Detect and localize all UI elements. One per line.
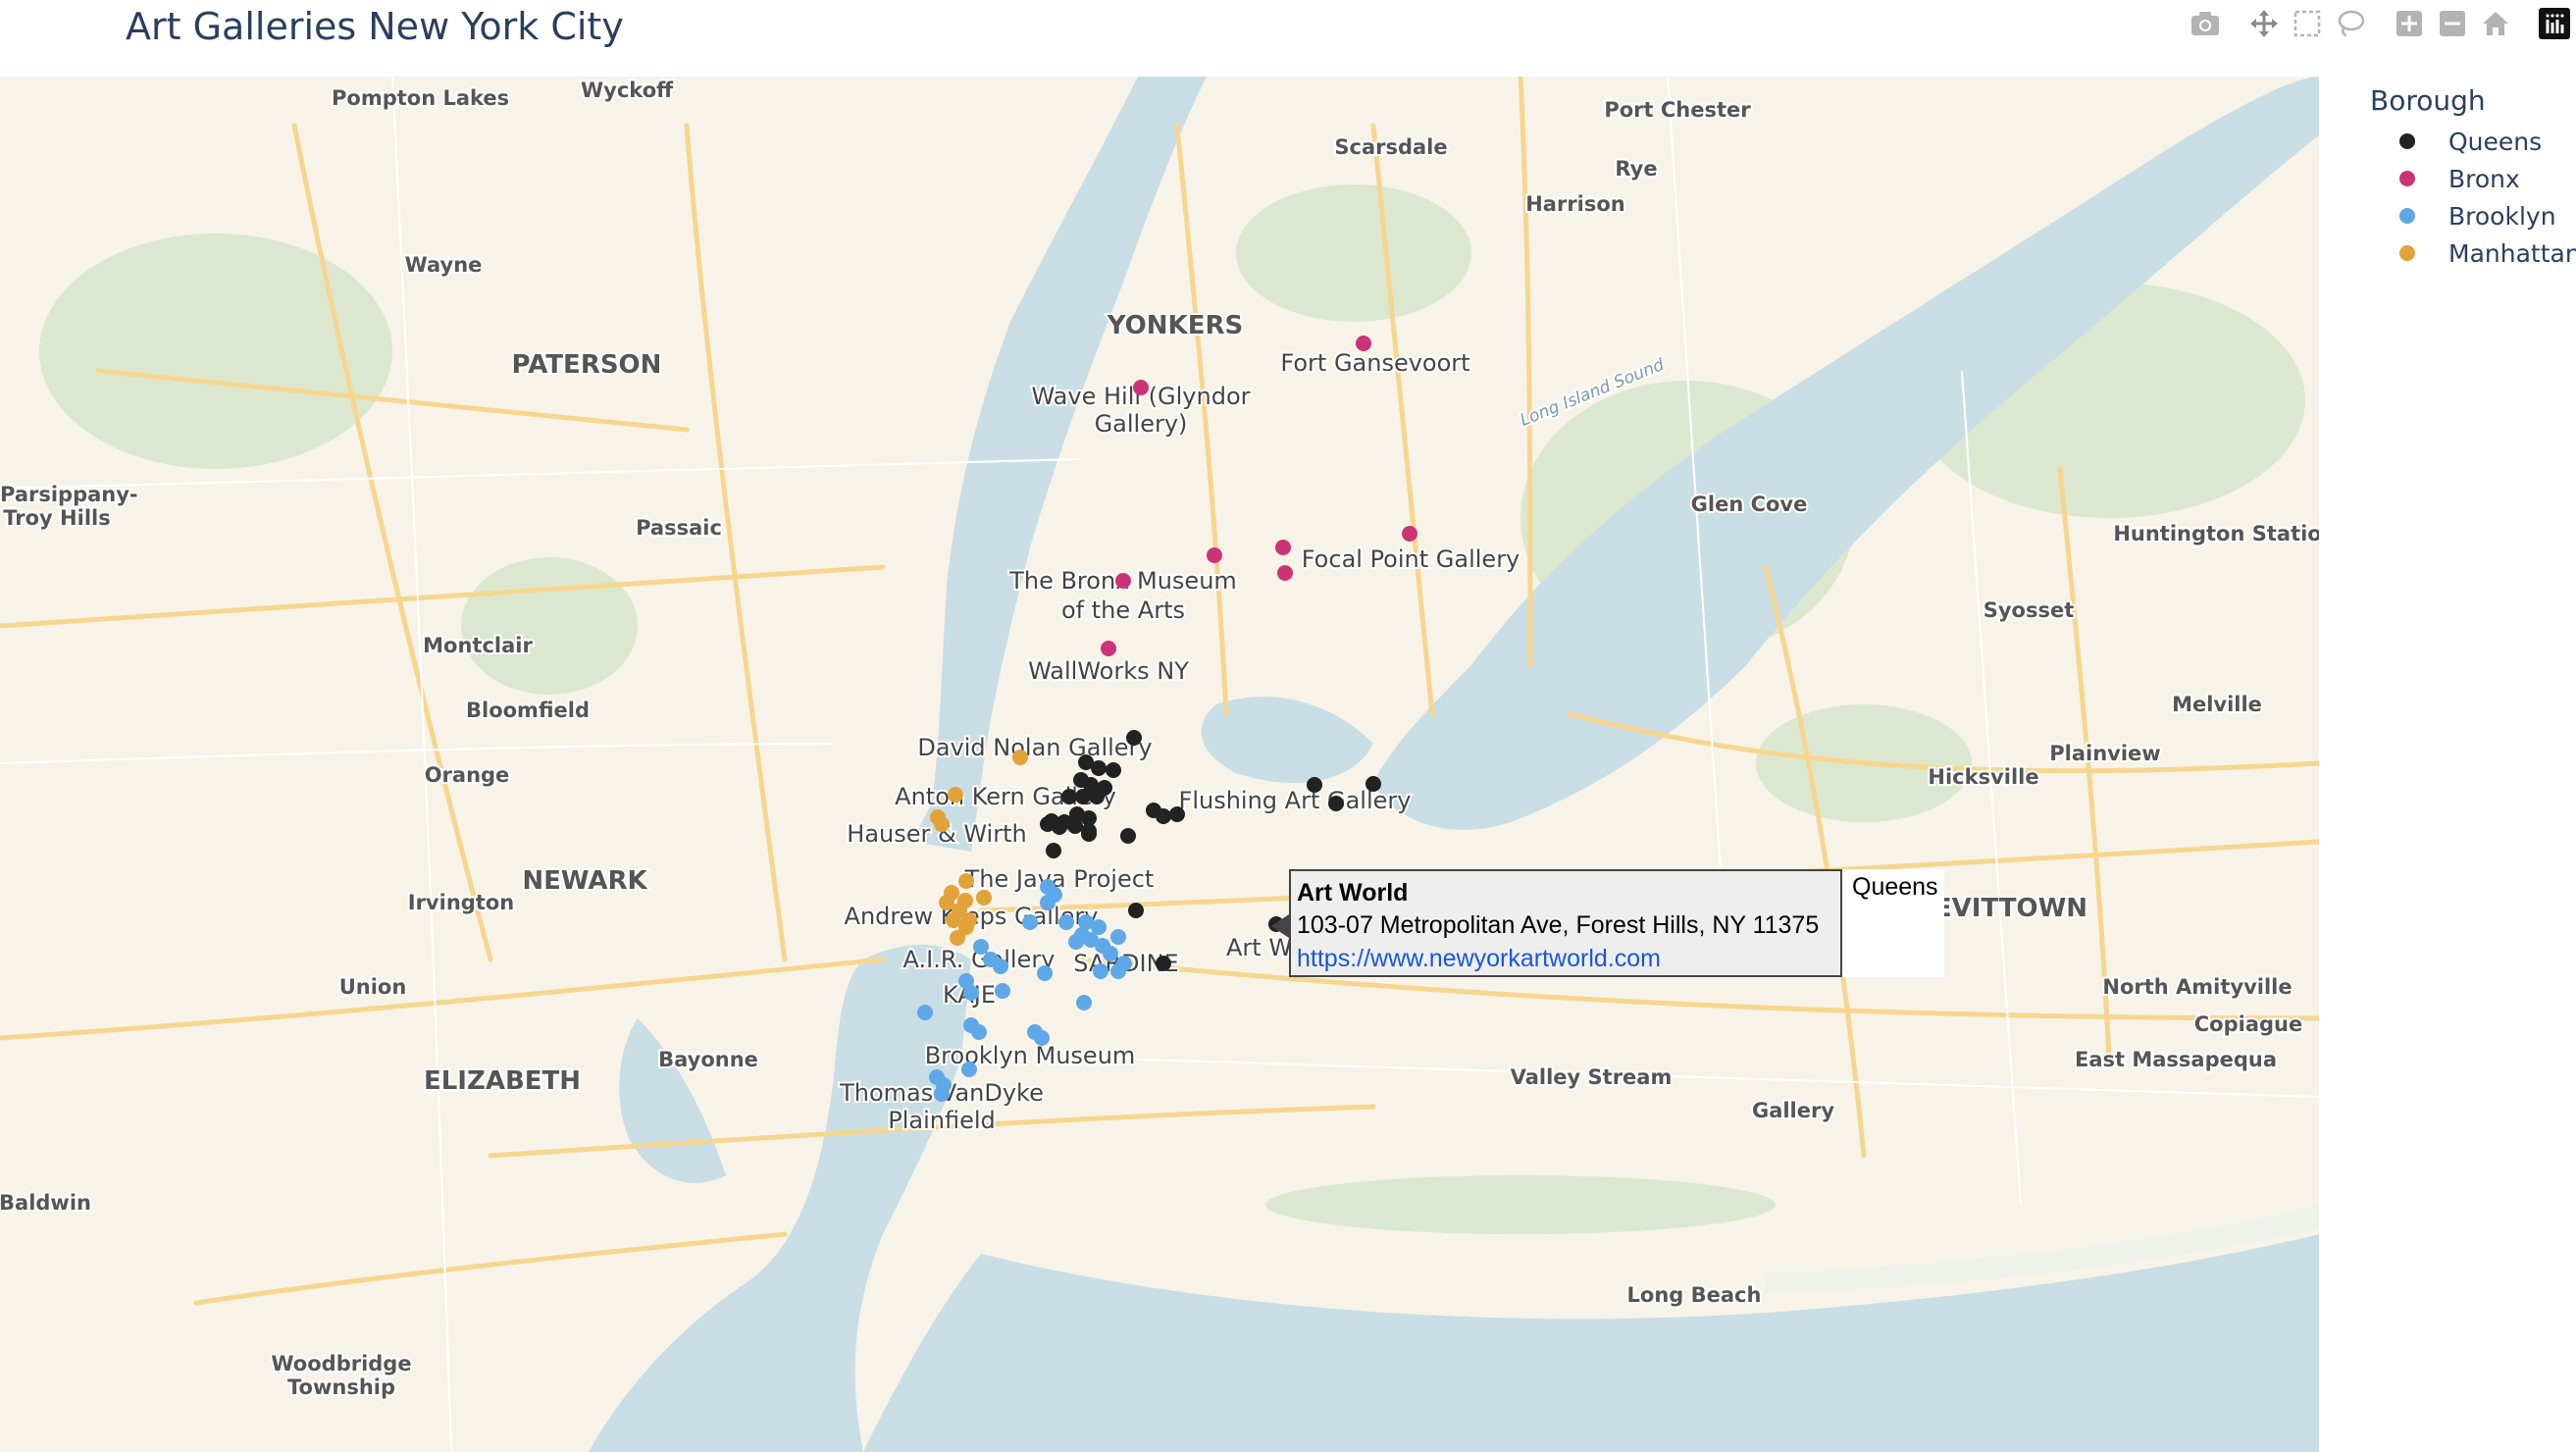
brooklyn-gallery-marker[interactable] bbox=[1034, 1030, 1050, 1046]
legend-marker-queens bbox=[2399, 133, 2415, 149]
legend-label: Manhattan bbox=[2448, 238, 2576, 268]
legend-marker-brooklyn bbox=[2399, 208, 2415, 224]
plot-modebar bbox=[2184, 4, 2576, 43]
bronx-gallery-marker[interactable] bbox=[1356, 336, 1371, 351]
queens-gallery-marker[interactable] bbox=[1128, 903, 1144, 918]
legend-item-manhattan[interactable]: Manhattan bbox=[2364, 234, 2576, 272]
queens-gallery-marker[interactable] bbox=[1120, 828, 1136, 844]
map-view[interactable]: Pompton Lakes Wyckoff Port Chester Scarsdal… bbox=[0, 77, 2319, 1452]
brooklyn-gallery-marker[interactable] bbox=[934, 1086, 950, 1102]
brooklyn-gallery-marker[interactable] bbox=[1058, 914, 1074, 930]
legend-item-brooklyn[interactable]: Brooklyn bbox=[2364, 197, 2576, 234]
zoom-in-icon[interactable] bbox=[2388, 4, 2431, 43]
brooklyn-gallery-marker[interactable] bbox=[993, 959, 1008, 974]
legend-title: Borough bbox=[2370, 84, 2486, 117]
brooklyn-gallery-marker[interactable] bbox=[963, 985, 979, 1001]
queens-gallery-marker[interactable] bbox=[1307, 777, 1322, 793]
queens-gallery-marker[interactable] bbox=[1061, 789, 1077, 804]
brooklyn-gallery-marker[interactable] bbox=[1093, 963, 1108, 979]
hover-gallery-name: Art World bbox=[1297, 879, 1409, 907]
brooklyn-gallery-marker[interactable] bbox=[1103, 946, 1118, 961]
brooklyn-gallery-marker[interactable] bbox=[1068, 934, 1084, 950]
queens-gallery-marker[interactable] bbox=[1328, 796, 1344, 811]
queens-gallery-marker[interactable] bbox=[1156, 956, 1171, 971]
brooklyn-gallery-marker[interactable] bbox=[1110, 963, 1126, 979]
hover-pointer bbox=[1271, 914, 1289, 938]
lasso-icon[interactable] bbox=[2329, 4, 2372, 43]
hover-tooltip: Art World 103-07 Metropolitan Ave, Fores… bbox=[1289, 869, 1842, 977]
queens-gallery-marker[interactable] bbox=[1156, 808, 1171, 824]
bronx-gallery-marker[interactable] bbox=[1133, 380, 1149, 395]
brooklyn-gallery-marker[interactable] bbox=[917, 1005, 933, 1020]
manhattan-gallery-marker[interactable] bbox=[934, 816, 950, 832]
pan-icon[interactable] bbox=[2242, 4, 2286, 43]
bronx-gallery-marker[interactable] bbox=[1402, 526, 1417, 542]
home-icon[interactable] bbox=[2474, 4, 2517, 43]
brooklyn-gallery-marker[interactable] bbox=[1040, 895, 1056, 910]
queens-gallery-marker[interactable] bbox=[1040, 816, 1056, 832]
legend-label: Bronx bbox=[2448, 164, 2520, 193]
hover-borough-label: Queens bbox=[1842, 869, 1944, 977]
queens-gallery-marker[interactable] bbox=[1126, 730, 1142, 746]
brooklyn-gallery-marker[interactable] bbox=[1076, 995, 1092, 1011]
brooklyn-gallery-marker[interactable] bbox=[961, 1062, 977, 1077]
queens-gallery-marker[interactable] bbox=[1169, 806, 1185, 822]
legend-item-bronx[interactable]: Bronx bbox=[2364, 160, 2576, 197]
queens-gallery-marker[interactable] bbox=[1365, 776, 1381, 792]
brooklyn-gallery-marker[interactable] bbox=[1110, 929, 1126, 945]
zoom-out-icon[interactable] bbox=[2431, 4, 2474, 43]
brooklyn-gallery-marker[interactable] bbox=[971, 1024, 987, 1040]
gallery-points-layer bbox=[917, 336, 1417, 1102]
legend-marker-manhattan bbox=[2399, 245, 2415, 261]
brooklyn-gallery-marker[interactable] bbox=[973, 939, 989, 955]
queens-gallery-marker[interactable] bbox=[1091, 760, 1107, 776]
legend-marker-bronx bbox=[2399, 171, 2415, 186]
manhattan-gallery-marker[interactable] bbox=[1012, 750, 1028, 765]
queens-gallery-marker[interactable] bbox=[1089, 789, 1105, 804]
plotly-logo-icon[interactable] bbox=[2533, 4, 2576, 43]
bronx-gallery-marker[interactable] bbox=[1101, 641, 1116, 656]
manhattan-gallery-marker[interactable] bbox=[950, 930, 965, 946]
brooklyn-gallery-marker[interactable] bbox=[995, 983, 1010, 999]
page-title: Art Galleries New York City bbox=[126, 5, 624, 48]
bronx-gallery-marker[interactable] bbox=[1207, 547, 1222, 563]
hover-gallery-url[interactable]: https://www.newyorkartworld.com bbox=[1297, 942, 1834, 975]
queens-gallery-marker[interactable] bbox=[1075, 789, 1091, 804]
legend-label: Queens bbox=[2448, 127, 2543, 156]
hover-gallery-address: 103-07 Metropolitan Ave, Forest Hills, N… bbox=[1297, 911, 1820, 939]
bronx-gallery-marker[interactable] bbox=[1275, 540, 1291, 555]
queens-gallery-marker[interactable] bbox=[1046, 843, 1061, 858]
brooklyn-gallery-marker[interactable] bbox=[1037, 965, 1053, 981]
legend-item-queens[interactable]: Queens bbox=[2364, 123, 2576, 160]
bronx-gallery-marker[interactable] bbox=[1115, 573, 1131, 589]
queens-gallery-marker[interactable] bbox=[1106, 762, 1121, 778]
camera-icon[interactable] bbox=[2184, 4, 2227, 43]
bronx-gallery-marker[interactable] bbox=[1277, 565, 1293, 581]
brooklyn-gallery-marker[interactable] bbox=[1022, 914, 1038, 930]
legend-label: Brooklyn bbox=[2448, 201, 2556, 231]
manhattan-gallery-marker[interactable] bbox=[976, 890, 992, 906]
queens-gallery-marker[interactable] bbox=[1067, 818, 1083, 834]
manhattan-gallery-marker[interactable] bbox=[958, 873, 974, 889]
legend: Borough Queens Bronx Brooklyn Manhattan bbox=[2364, 84, 2576, 272]
queens-gallery-marker[interactable] bbox=[1081, 826, 1097, 842]
manhattan-gallery-marker[interactable] bbox=[948, 787, 963, 803]
box-select-icon[interactable] bbox=[2286, 4, 2329, 43]
